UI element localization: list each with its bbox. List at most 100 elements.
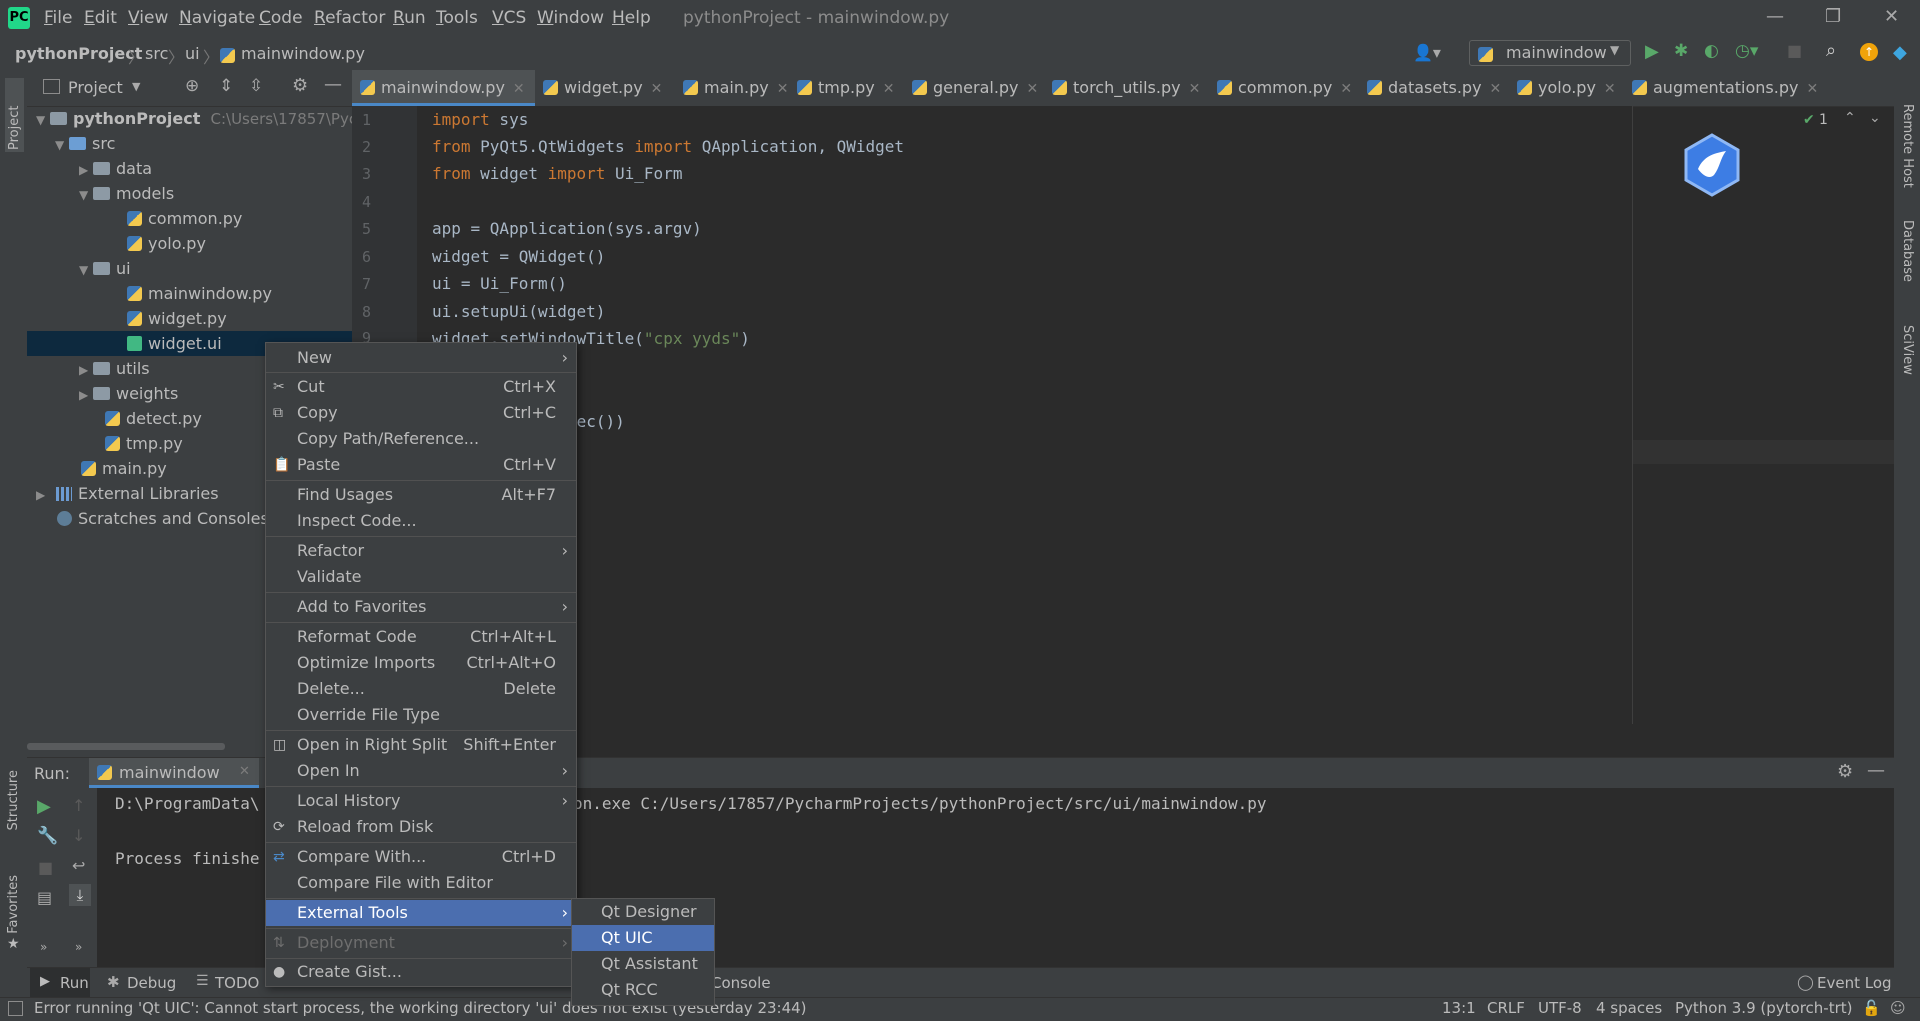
menu-item-copy-path[interactable]: Copy Path/Reference... — [266, 426, 576, 452]
scroll-to-end-icon[interactable]: ⤓ — [69, 884, 91, 906]
debug-icon[interactable]: ✱ — [1674, 41, 1688, 61]
menu-item-find-usages[interactable]: Find Usages Alt+F7 — [266, 482, 576, 508]
menu-item-deployment[interactable]: ⇅ Deployment › — [266, 930, 576, 956]
menu-run[interactable]: Run — [393, 8, 426, 28]
breadcrumb-src[interactable]: src — [145, 44, 168, 63]
menu-item-cut[interactable]: ✂ Cut Ctrl+X — [266, 374, 576, 400]
submenu-item-qt-uic[interactable]: Qt UIC — [572, 925, 714, 951]
tab-general[interactable]: general.py ✕ — [904, 70, 1052, 106]
tab-datasets[interactable]: datasets.py ✕ — [1359, 70, 1517, 106]
menu-item-compare-with[interactable]: ⇄ Compare With... Ctrl+D — [266, 844, 576, 870]
search-icon[interactable]: ⌕ — [1826, 40, 1836, 61]
database-tool-tab[interactable]: Database — [1900, 220, 1915, 282]
horizontal-scrollbar[interactable] — [27, 743, 225, 750]
menu-code[interactable]: Code — [259, 8, 303, 28]
caret-position[interactable]: 13:1 — [1442, 999, 1476, 1017]
sciview-tool-tab[interactable]: SciView — [1900, 325, 1915, 375]
inspection-ok-icon[interactable]: ✔ — [1803, 112, 1815, 128]
hide-panel-icon[interactable]: — — [324, 74, 342, 95]
indent-setting[interactable]: 4 spaces — [1596, 999, 1662, 1017]
close-icon[interactable]: ✕ — [651, 81, 663, 97]
stop-icon[interactable]: ■ — [38, 858, 53, 877]
menu-view[interactable]: View — [128, 8, 168, 28]
submenu-item-qt-designer[interactable]: Qt Designer — [572, 899, 714, 925]
run-config-selector[interactable]: mainwindow ▼ — [1469, 40, 1631, 66]
stop-icon[interactable]: ■ — [1787, 41, 1802, 60]
menu-refactor[interactable]: Refactor — [314, 8, 385, 28]
menu-item-refactor[interactable]: Refactor › — [266, 538, 576, 564]
favorites-tool-tab[interactable]: Favorites — [6, 875, 21, 934]
menu-item-optimize-imports[interactable]: Optimize Imports Ctrl+Alt+O — [266, 650, 576, 676]
run-icon[interactable]: ▶ — [1645, 41, 1659, 62]
rerun-icon[interactable]: ▶ — [37, 796, 51, 817]
close-icon[interactable]: ✕ — [1604, 81, 1616, 97]
breadcrumb-file[interactable]: mainwindow.py — [241, 44, 365, 63]
tab-widget[interactable]: widget.py ✕ — [535, 70, 683, 106]
close-icon[interactable]: ✕ — [883, 81, 895, 97]
project-panel-title[interactable]: Project — [68, 78, 123, 97]
lock-icon[interactable]: 🔓 — [1862, 999, 1881, 1017]
chevron-down-icon[interactable]: ⌄ — [1869, 110, 1881, 126]
tab-torch-utils[interactable]: torch_utils.py ✕ — [1044, 70, 1217, 106]
tree-item-src[interactable]: ▼ src — [27, 131, 380, 156]
menu-item-paste[interactable]: 📋 Paste Ctrl+V — [266, 452, 576, 478]
gear-icon[interactable]: ⚙ — [1837, 761, 1853, 782]
tree-root[interactable]: ▼ pythonProject C:\Users\17857\Pych — [27, 106, 367, 131]
menu-item-validate[interactable]: Validate — [266, 564, 576, 590]
toggle-tool-windows-icon[interactable] — [8, 1001, 23, 1016]
plugin-icon[interactable]: ◆ — [1893, 42, 1907, 63]
menu-item-override-file-type[interactable]: Override File Type — [266, 702, 576, 728]
menu-item-create-gist[interactable]: ● Create Gist... — [266, 959, 576, 985]
code-editor[interactable]: import sys from PyQt5.QtWidgets import Q… — [417, 106, 1881, 724]
layout-icon[interactable]: ▤ — [37, 888, 52, 907]
menu-item-open-in[interactable]: Open In › — [266, 758, 576, 784]
breadcrumb-ui[interactable]: ui — [185, 44, 200, 63]
arrow-down-icon[interactable]: ↓ — [72, 826, 85, 845]
collapse-all-icon[interactable]: ⇳ — [249, 76, 263, 96]
menu-item-open-right-split[interactable]: ◫ Open in Right Split Shift+Enter — [266, 732, 576, 758]
close-icon[interactable]: ✕ — [1806, 81, 1818, 97]
menu-item-delete[interactable]: Delete... Delete — [266, 676, 576, 702]
restore-icon[interactable]: ❐ — [1825, 6, 1841, 27]
menu-item-new[interactable]: New › — [266, 345, 576, 371]
more-icon[interactable]: » — [40, 940, 47, 954]
hide-panel-icon[interactable]: — — [1867, 760, 1885, 781]
submenu-item-qt-assistant[interactable]: Qt Assistant — [572, 951, 714, 977]
menu-navigate[interactable]: Navigate — [179, 8, 255, 28]
bottom-tab-debug[interactable]: ✱ Debug — [107, 968, 202, 998]
menu-item-add-favorites[interactable]: Add to Favorites › — [266, 594, 576, 620]
menu-item-compare-editor[interactable]: Compare File with Editor — [266, 870, 576, 896]
python-interpreter[interactable]: Python 3.9 (pytorch-trt) — [1675, 999, 1852, 1017]
user-icon[interactable]: 👤▾ — [1413, 43, 1441, 62]
tab-tmp[interactable]: tmp.py ✕ — [789, 70, 917, 106]
close-icon[interactable]: ✕ — [1027, 81, 1039, 97]
close-icon[interactable]: ✕ — [239, 764, 250, 779]
tab-augmentations[interactable]: augmentations.py ✕ — [1624, 70, 1822, 106]
bottom-tab-event-log[interactable]: ◯ Event Log — [1797, 968, 1892, 998]
tab-yolo[interactable]: yolo.py ✕ — [1509, 70, 1637, 106]
structure-tool-tab[interactable]: Structure — [6, 770, 21, 830]
chevron-down-icon[interactable]: ▼ — [132, 80, 140, 93]
close-icon[interactable]: ✕ — [1189, 81, 1201, 97]
notifications-icon[interactable]: ☺ — [1890, 999, 1906, 1017]
menu-edit[interactable]: Edit — [84, 8, 117, 28]
bird-app-icon[interactable] — [1680, 133, 1744, 197]
menu-item-inspect-code[interactable]: Inspect Code... — [266, 508, 576, 534]
menu-item-reload[interactable]: ⟳ Reload from Disk — [266, 814, 576, 840]
tab-common[interactable]: common.py ✕ — [1209, 70, 1367, 106]
minimize-icon[interactable]: — — [1766, 6, 1784, 27]
wrench-icon[interactable]: 🔧 — [37, 826, 58, 846]
remote-host-tool-tab[interactable]: Remote Host — [1900, 104, 1915, 188]
close-icon[interactable]: ✕ — [1490, 81, 1502, 97]
locate-icon[interactable]: ⊕ — [185, 76, 199, 96]
run-tab-mainwindow[interactable]: mainwindow ✕ — [89, 758, 259, 788]
close-icon[interactable]: ✕ — [1884, 6, 1899, 27]
menu-item-external-tools[interactable]: External Tools › — [266, 900, 576, 926]
expand-all-icon[interactable]: ⇕ — [219, 76, 233, 96]
menu-file[interactable]: File — [44, 8, 72, 28]
tree-item-ui[interactable]: ▼ ui — [27, 256, 404, 281]
tree-item-models[interactable]: ▼ models — [27, 181, 404, 206]
menu-item-copy[interactable]: ⧉ Copy Ctrl+C — [266, 400, 576, 426]
menu-tools[interactable]: Tools — [436, 8, 478, 28]
coverage-icon[interactable]: ◐ — [1704, 41, 1719, 61]
